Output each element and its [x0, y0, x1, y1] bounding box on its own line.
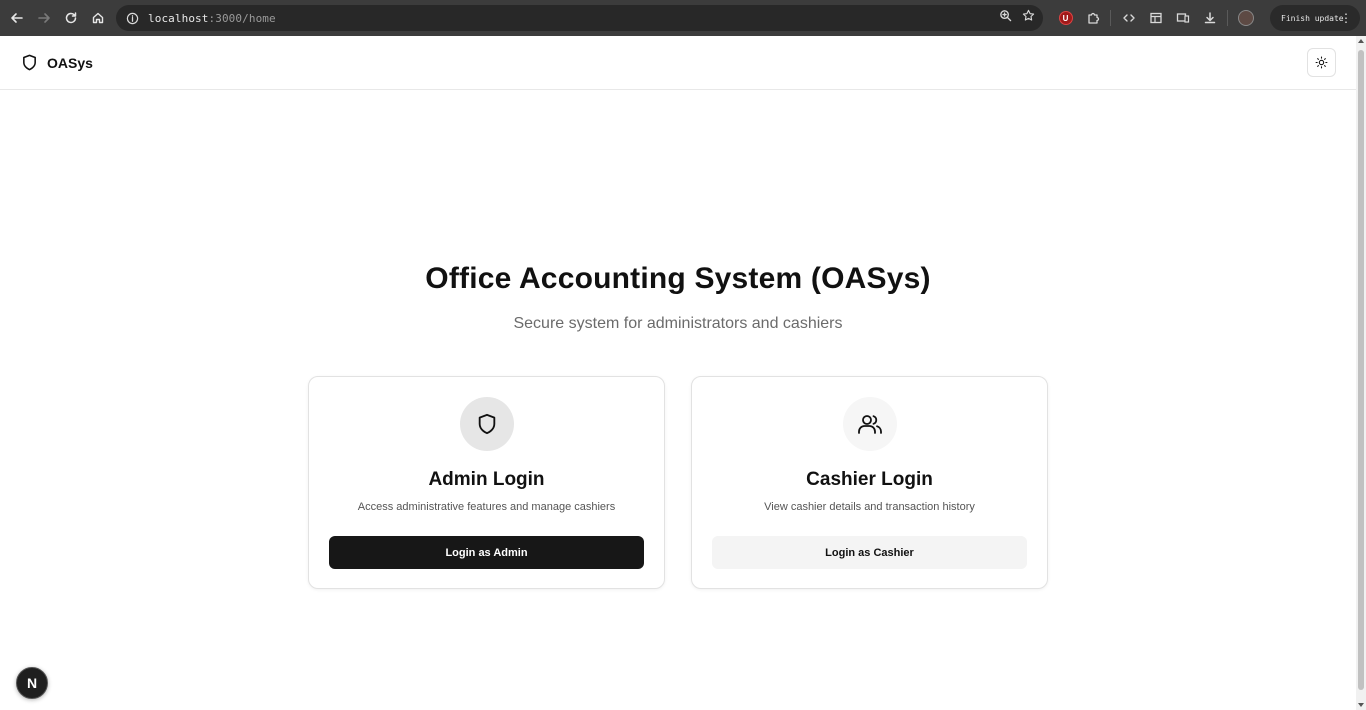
- home-icon: [92, 12, 103, 24]
- cashier-icon-circle: [843, 397, 897, 451]
- admin-card-title: Admin Login: [428, 469, 545, 490]
- puzzle-icon: [1087, 12, 1099, 24]
- back-button[interactable]: [3, 5, 30, 32]
- devices-icon: [1176, 13, 1189, 23]
- login-as-admin-button[interactable]: Login as Admin: [329, 536, 644, 569]
- nextjs-logo-icon: N: [26, 675, 38, 691]
- toolbar-separator: [1110, 10, 1111, 26]
- site-info-icon[interactable]: [124, 10, 140, 26]
- extensions-area: U: [1052, 5, 1259, 31]
- table-layout-icon: [1149, 12, 1162, 24]
- brand-logo[interactable]: OASys: [21, 53, 93, 72]
- responsive-mode-button[interactable]: [1169, 5, 1196, 31]
- admin-login-card: Admin Login Access administrative featur…: [308, 376, 665, 589]
- users-icon: [858, 415, 882, 434]
- scroll-down-arrow-icon[interactable]: [1358, 703, 1364, 707]
- extensions-button[interactable]: [1079, 5, 1106, 31]
- toolbar-separator-2: [1227, 10, 1228, 26]
- login-as-cashier-button[interactable]: Login as Cashier: [712, 536, 1027, 569]
- browser-nav: [3, 5, 111, 32]
- url-text: localhost:3000/home: [148, 12, 276, 25]
- page-title: Office Accounting System (OASys): [425, 262, 931, 295]
- profile-button[interactable]: [1232, 5, 1259, 31]
- bookmark-star-icon[interactable]: [1022, 9, 1035, 27]
- url-host: localhost: [148, 11, 209, 25]
- shield-icon: [23, 54, 36, 71]
- brand-name: OASys: [47, 54, 93, 71]
- forward-button[interactable]: [30, 5, 57, 32]
- layout-button[interactable]: [1142, 5, 1169, 31]
- sun-icon: [1315, 56, 1328, 69]
- admin-card-description: Access administrative features and manag…: [357, 501, 616, 513]
- scroll-up-arrow-icon[interactable]: [1358, 39, 1364, 43]
- shield-icon: [478, 413, 496, 435]
- forward-arrow-icon: [37, 13, 50, 23]
- scrollbar-thumb[interactable]: [1358, 50, 1364, 690]
- cashier-card-description: View cashier details and transaction his…: [764, 501, 975, 513]
- address-bar[interactable]: localhost:3000/home: [116, 5, 1043, 31]
- finish-update-button[interactable]: Finish update ⋮: [1270, 5, 1360, 31]
- devtools-button[interactable]: [1115, 5, 1142, 31]
- address-bar-actions: [999, 5, 1035, 31]
- ublock-extension-button[interactable]: U: [1052, 5, 1079, 31]
- zoom-icon[interactable]: [999, 9, 1012, 27]
- more-menu-icon[interactable]: ⋮: [1340, 11, 1352, 25]
- nextjs-dev-badge[interactable]: N: [16, 667, 48, 699]
- code-icon: [1122, 14, 1135, 22]
- page-subtitle: Secure system for administrators and cas…: [513, 315, 843, 332]
- downloads-button[interactable]: [1196, 5, 1223, 31]
- browser-toolbar: localhost:3000/home U Finish update ⋮: [0, 0, 1366, 36]
- cashier-card-title: Cashier Login: [806, 469, 933, 490]
- back-arrow-icon: [10, 13, 23, 23]
- app-header: OASys: [0, 36, 1356, 90]
- ublock-icon: U: [1058, 11, 1073, 25]
- finish-update-label: Finish update: [1281, 13, 1344, 23]
- admin-icon-circle: [460, 397, 514, 451]
- profile-avatar: [1237, 10, 1254, 26]
- page-scrollbar[interactable]: [1356, 36, 1366, 710]
- download-icon: [1204, 12, 1215, 24]
- reload-button[interactable]: [57, 5, 84, 32]
- url-path: :3000/home: [208, 11, 276, 25]
- cashier-login-card: Cashier Login View cashier details and t…: [691, 376, 1048, 589]
- home-button[interactable]: [84, 5, 111, 32]
- theme-toggle-button[interactable]: [1307, 48, 1336, 77]
- reload-icon: [65, 12, 76, 24]
